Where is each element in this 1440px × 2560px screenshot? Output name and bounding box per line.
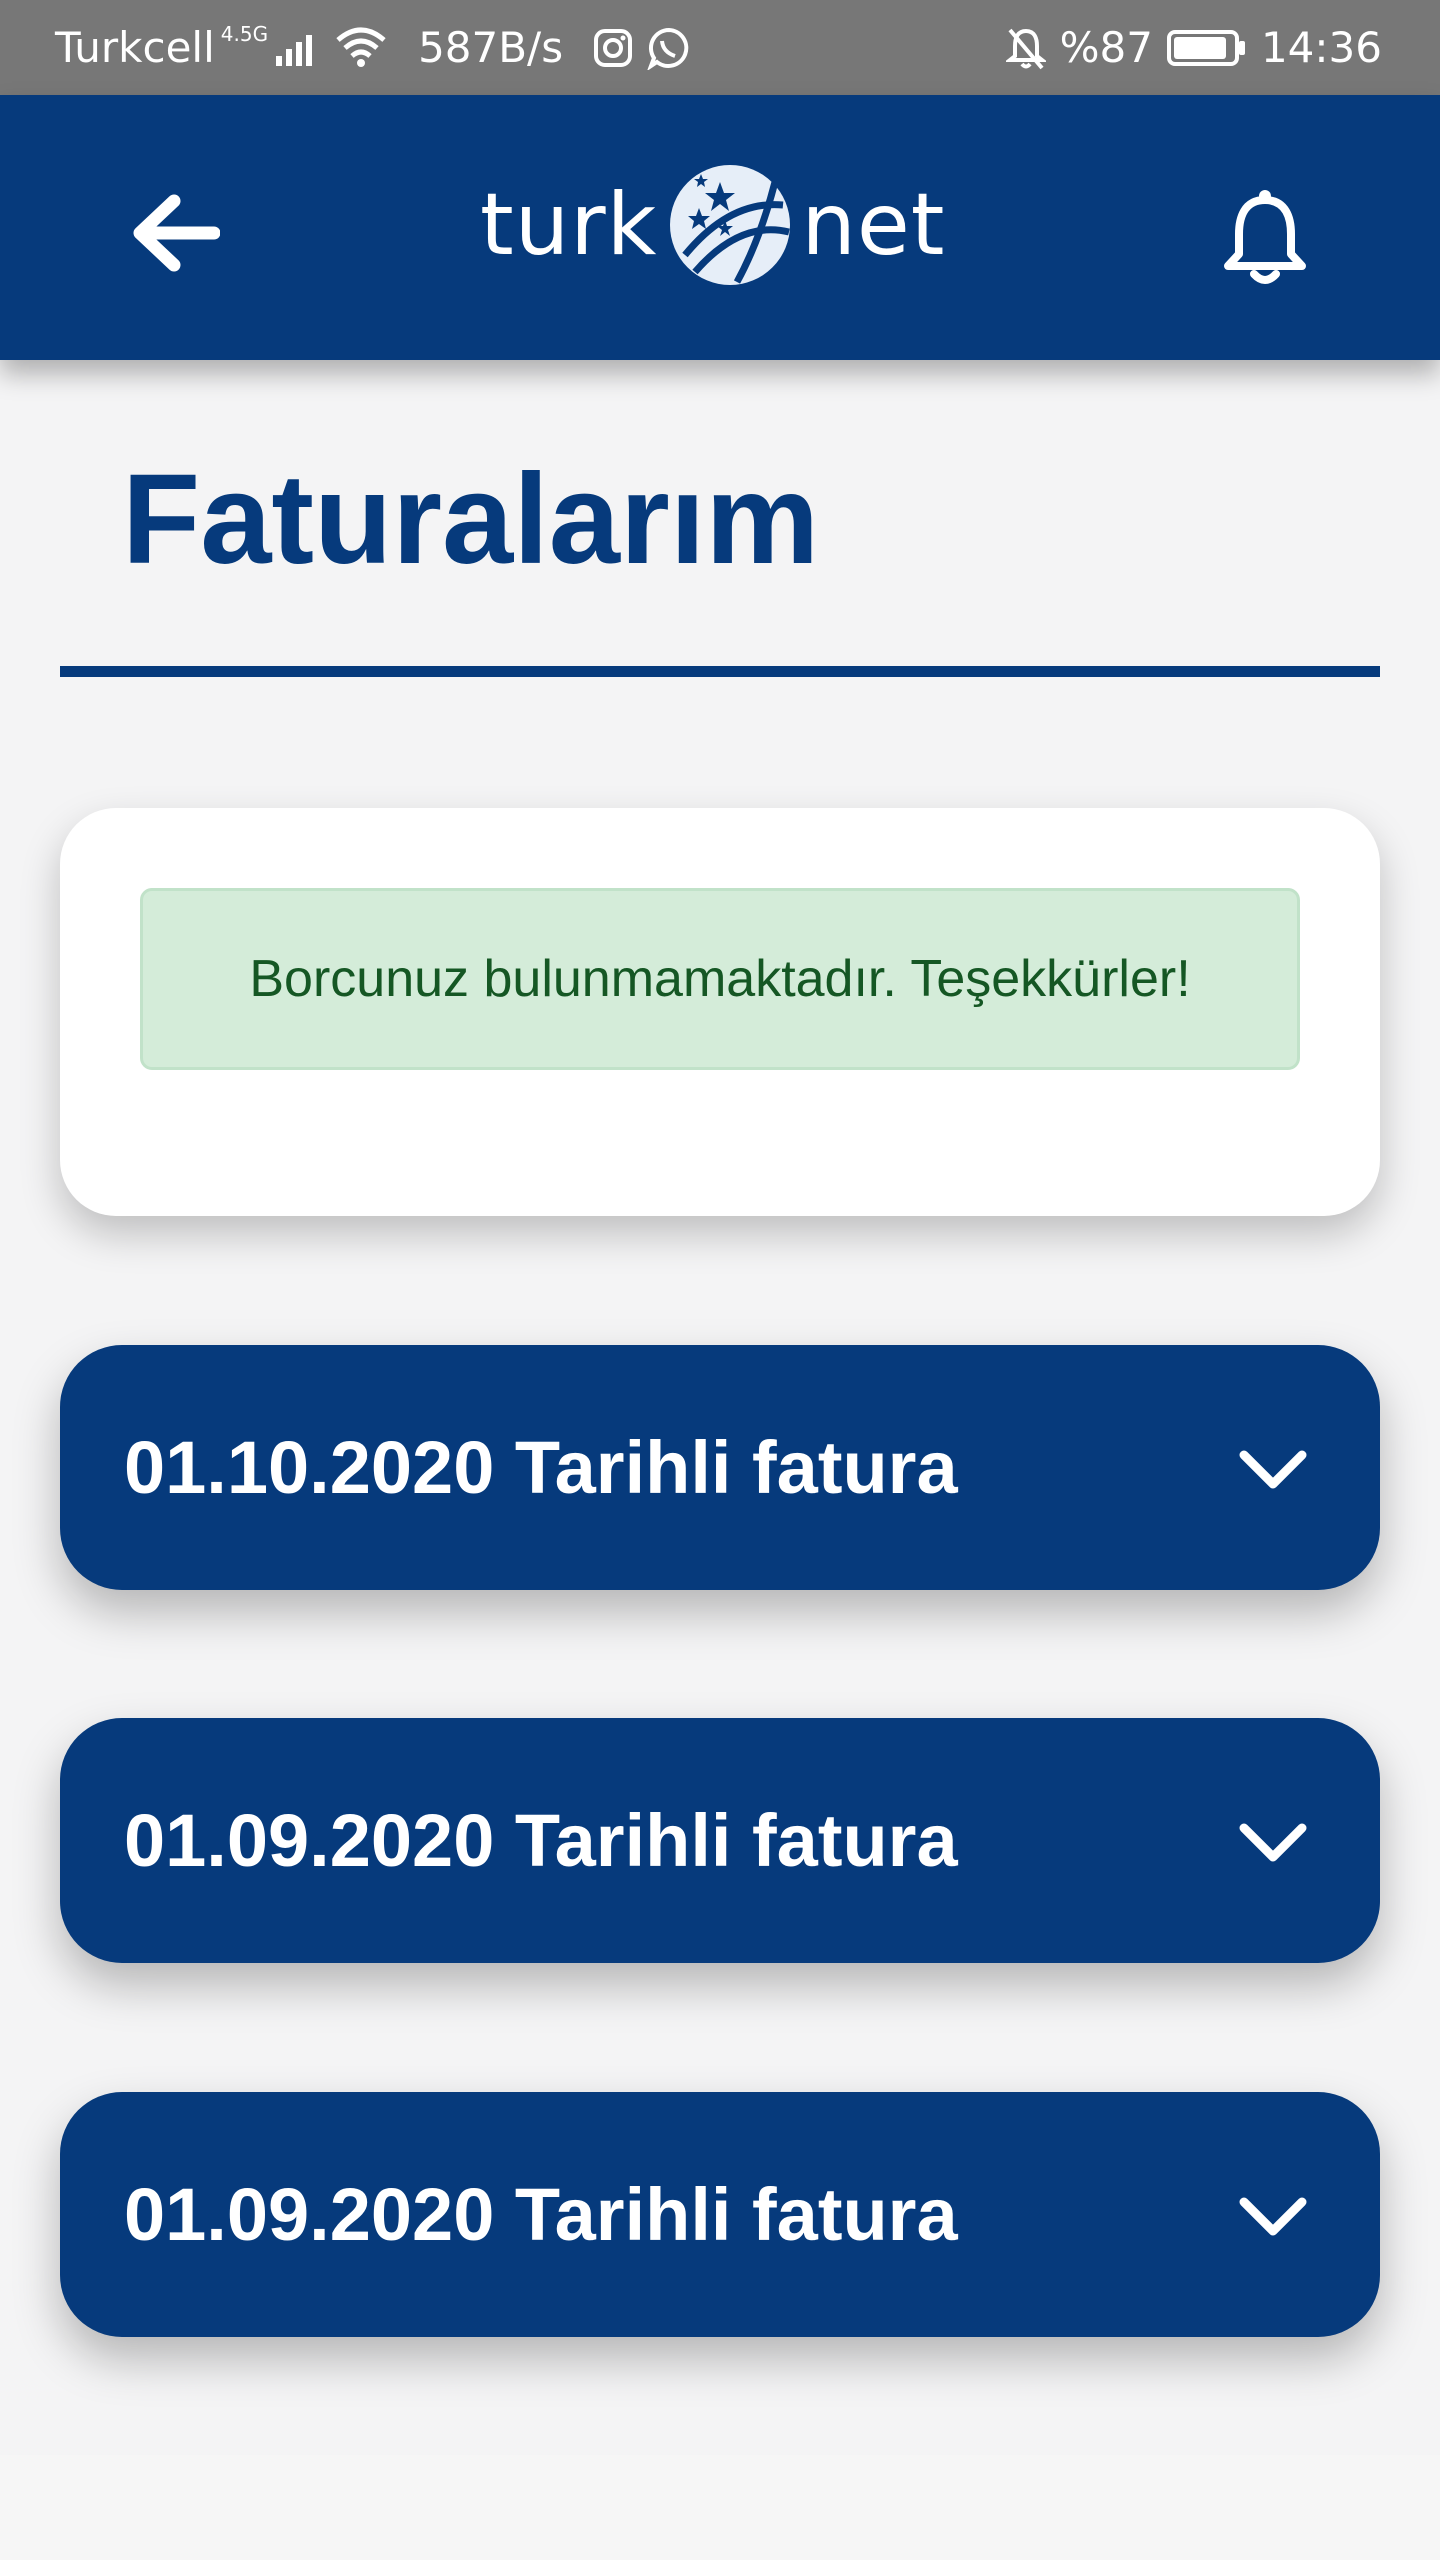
chevron-down-icon[interactable] <box>1238 1435 1308 1505</box>
wifi-icon <box>334 26 388 70</box>
bell-icon <box>1220 188 1310 292</box>
turknet-logo: turk net <box>480 150 960 300</box>
arrow-left-icon <box>130 193 221 277</box>
whatsapp-icon <box>647 26 691 70</box>
globe-icon <box>665 160 795 290</box>
debt-status-card: Borcunuz bulunmamaktadır. Teşekkürler! <box>60 808 1380 1216</box>
data-speed: 587B/s <box>418 23 564 72</box>
page-title: Faturalarım <box>122 448 820 591</box>
status-bar-left: Turkcell 4.5G 587B/s <box>55 0 691 95</box>
app-bar: turk net <box>0 95 1440 360</box>
bell-off-icon <box>1005 26 1046 70</box>
invoice-accordion-item[interactable]: 01.10.2020 Tarihli fatura <box>60 1345 1380 1590</box>
bottom-spacer <box>0 2455 1440 2560</box>
status-bar: Turkcell 4.5G 587B/s %87 14:36 <box>0 0 1440 95</box>
signal-icon <box>276 30 320 66</box>
invoice-accordion-item[interactable]: 01.09.2020 Tarihli fatura <box>60 1718 1380 1963</box>
invoice-label: 01.09.2020 Tarihli fatura <box>124 1799 958 1882</box>
instagram-icon <box>593 28 633 68</box>
chevron-down-icon[interactable] <box>1238 2182 1308 2252</box>
status-bar-right: %87 14:36 <box>1005 0 1382 95</box>
invoice-accordion-item[interactable]: 01.09.2020 Tarihli fatura <box>60 2092 1380 2337</box>
success-alert: Borcunuz bulunmamaktadır. Teşekkürler! <box>140 888 1300 1070</box>
back-button[interactable] <box>120 180 230 290</box>
network-type: 4.5G <box>220 21 269 46</box>
notifications-button[interactable] <box>1205 180 1325 300</box>
clock: 14:36 <box>1260 23 1382 72</box>
logo-text-left: turk <box>480 175 658 275</box>
invoice-label: 01.09.2020 Tarihli fatura <box>124 2173 958 2256</box>
carrier-name: Turkcell <box>55 23 215 72</box>
battery-icon <box>1166 29 1247 66</box>
battery-percent: %87 <box>1059 23 1153 72</box>
invoice-label: 01.10.2020 Tarihli fatura <box>124 1426 958 1509</box>
logo-text-right: net <box>801 175 946 275</box>
title-divider <box>60 666 1380 677</box>
chevron-down-icon[interactable] <box>1238 1808 1308 1878</box>
